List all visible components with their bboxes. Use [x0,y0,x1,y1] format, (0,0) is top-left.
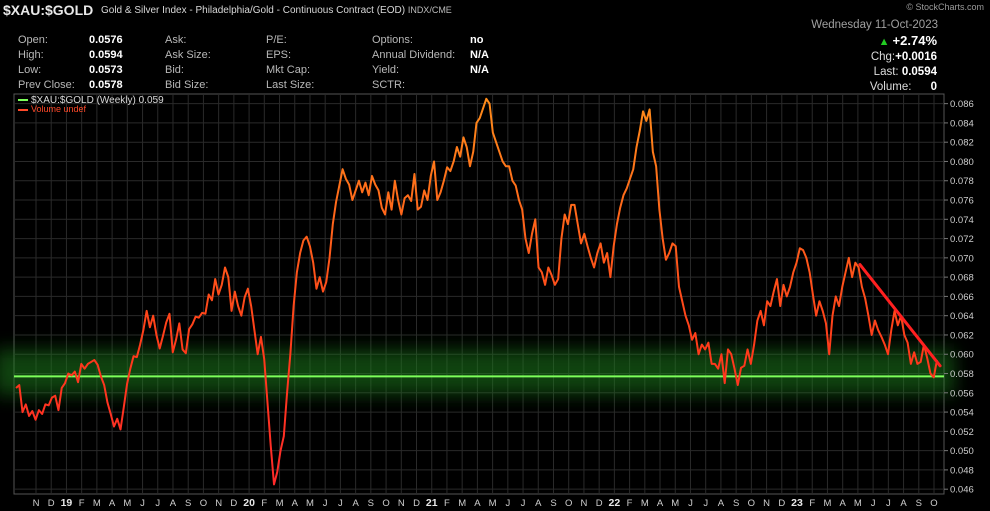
x-tick-label: J [688,498,693,509]
y-tick-label: 0.068 [950,273,974,284]
y-tick-label: 0.062 [950,330,974,341]
x-tick-label: D [596,498,603,509]
x-tick-label: A [352,498,359,509]
x-tick-label: A [109,498,116,509]
x-tick-label: A [474,498,481,509]
x-tick-label: N [580,498,587,509]
x-tick-label: D [48,498,55,509]
x-tick-label: J [505,498,510,509]
x-tick-label: O [748,498,755,509]
x-tick-label: J [886,498,891,509]
x-tick-label: O [565,498,572,509]
x-tick-label: S [916,498,922,509]
x-tick-label: J [140,498,145,509]
x-tick-label: N [763,498,770,509]
x-tick-label: F [809,498,815,509]
x-tick-label: A [170,498,177,509]
y-tick-label: 0.058 [950,369,974,380]
y-tick-label: 0.052 [950,427,974,438]
x-tick-label: A [900,498,907,509]
x-tick-label: A [840,498,847,509]
x-tick-label: F [261,498,267,509]
y-axis: 0.086 0.084 0.082 0.080 0.078 0.076 0.074 0.072… [944,99,974,496]
support-band [0,349,954,395]
x-tick-label: M [276,498,284,509]
x-tick-label: S [185,498,191,509]
x-tick-label: J [323,498,328,509]
x-tick-label: M [854,498,862,509]
x-tick-label: A [657,498,664,509]
y-tick-label: 0.078 [950,176,974,187]
x-tick-label: M [671,498,679,509]
x-tick-label: D [413,498,420,509]
x-axis: N D 19 F M A M J J A S O N D 20 F M A M J J A S O N D 21 F M A M J J A S O N… [33,497,938,509]
y-tick-label: 0.050 [950,446,974,457]
y-tick-label: 0.056 [950,388,974,399]
y-tick-label: 0.066 [950,292,974,303]
x-tick-label: M [823,498,831,509]
y-tick-label: 0.048 [950,465,974,476]
x-tick-label: S [550,498,556,509]
y-tick-label: 0.074 [950,215,974,226]
x-tick-label: 22 [609,497,621,509]
price-series [15,97,938,486]
y-tick-label: 0.086 [950,99,974,110]
x-tick-label: A [718,498,725,509]
x-tick-label: F [627,498,633,509]
x-tick-label: A [292,498,299,509]
x-tick-label: F [444,498,450,509]
x-tick-label: 19 [61,497,73,509]
x-tick-label: M [641,498,649,509]
y-tick-label: 0.084 [950,118,974,129]
x-tick-label: M [306,498,314,509]
x-tick-label: 20 [243,497,255,509]
x-tick-label: J [338,498,343,509]
price-chart[interactable]: 0.086 0.084 0.082 0.080 0.078 0.076 0.074 0.072… [0,0,990,511]
y-tick-label: 0.082 [950,138,974,149]
y-tick-label: 0.060 [950,350,974,361]
y-tick-label: 0.070 [950,253,974,264]
x-tick-label: M [123,498,131,509]
x-tick-label: D [778,498,785,509]
x-tick-label: J [703,498,708,509]
y-tick-label: 0.076 [950,196,974,207]
y-tick-label: 0.080 [950,157,974,168]
y-tick-label: 0.046 [950,485,974,496]
x-tick-label: N [33,498,40,509]
x-tick-label: N [398,498,405,509]
y-tick-label: 0.064 [950,311,974,322]
legend-volume-label: Volume undef [31,104,87,114]
x-tick-label: A [535,498,542,509]
x-tick-label: J [521,498,526,509]
x-tick-label: O [200,498,207,509]
support-glow [0,349,954,395]
x-tick-label: M [93,498,101,509]
x-tick-label: 21 [426,497,438,509]
x-tick-label: 23 [791,497,803,509]
x-tick-label: S [368,498,374,509]
x-tick-label: N [215,498,222,509]
y-tick-label: 0.072 [950,234,974,245]
x-tick-label: O [930,498,937,509]
x-tick-label: J [155,498,160,509]
x-tick-label: D [230,498,237,509]
x-tick-label: F [79,498,85,509]
price-line [15,97,938,486]
y-tick-label: 0.054 [950,408,974,419]
x-tick-label: O [382,498,389,509]
plot-frame [13,93,945,495]
x-tick-label: J [871,498,876,509]
grid [14,94,944,494]
x-tick-label: M [458,498,466,509]
x-tick-label: S [733,498,739,509]
x-tick-label: M [489,498,497,509]
